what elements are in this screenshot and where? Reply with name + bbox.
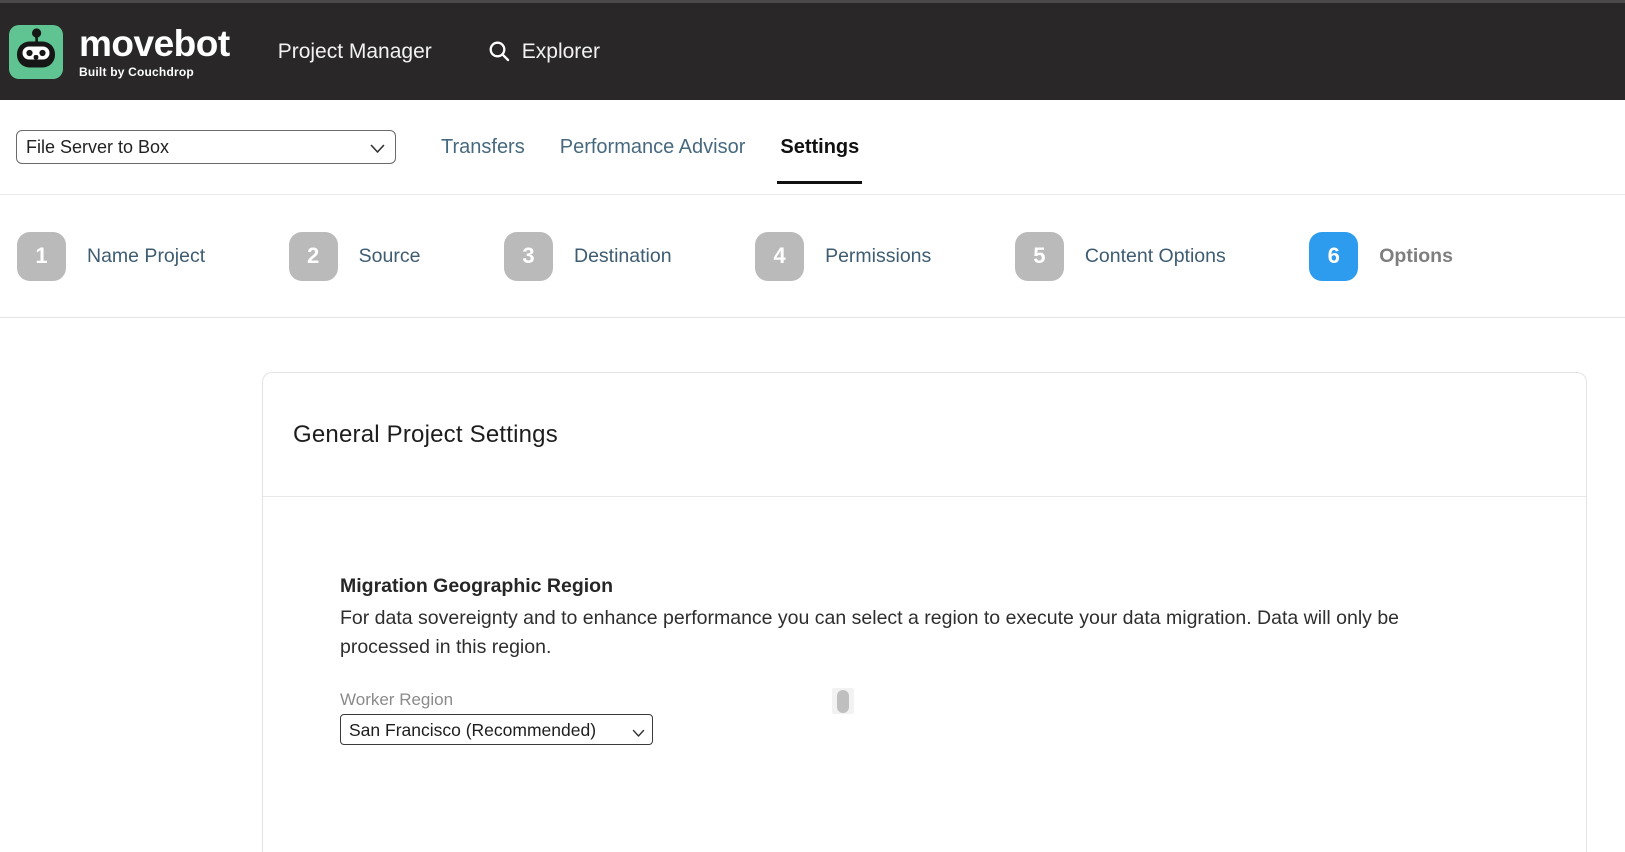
tab-settings[interactable]: Settings [780,100,859,194]
step-label: Source [359,245,421,268]
tab-settings-label: Settings [780,136,859,159]
scrollbar-thumb[interactable] [837,690,849,713]
step-label: Permissions [825,245,931,268]
step-badge: 3 [504,232,553,281]
worker-region-select-wrap: San Francisco (Recommended) [340,714,653,745]
card-header: General Project Settings [263,373,1586,497]
nav-project-manager-label: Project Manager [278,40,432,64]
nav-explorer[interactable]: Explorer [488,40,600,64]
settings-card: General Project Settings Migration Geogr… [262,372,1587,852]
project-select-wrap: File Server to Box [16,130,396,164]
step-source[interactable]: 2 Source [289,232,421,281]
step-content-options[interactable]: 5 Content Options [1015,232,1226,281]
step-label: Options [1379,245,1453,268]
step-label: Destination [574,245,672,268]
page-title: General Project Settings [293,421,558,449]
search-icon [488,40,511,63]
step-label: Name Project [87,245,205,268]
toolbar-row: File Server to Box Transfers Performance… [0,100,1625,195]
movebot-logo[interactable] [9,25,63,79]
tab-transfers-label: Transfers [441,136,525,159]
tab-strip: Transfers Performance Advisor Settings [441,100,859,194]
worker-region-select[interactable]: San Francisco (Recommended) [340,714,653,745]
tab-performance-advisor-label: Performance Advisor [560,136,746,159]
robot-icon [9,25,63,79]
step-badge: 4 [755,232,804,281]
brand-name: movebot [79,25,230,62]
brand-text: movebot Built by Couchdrop [79,25,230,79]
main-area: General Project Settings Migration Geogr… [0,318,1625,780]
step-destination[interactable]: 3 Destination [504,232,672,281]
app-header: movebot Built by Couchdrop Project Manag… [0,0,1625,100]
step-badge: 6 [1309,232,1358,281]
step-name-project[interactable]: 1 Name Project [17,232,205,281]
section-heading: Migration Geographic Region [340,575,1546,597]
project-select[interactable]: File Server to Box [16,130,396,164]
step-badge: 2 [289,232,338,281]
step-badge: 5 [1015,232,1064,281]
tab-transfers[interactable]: Transfers [441,100,525,194]
step-label: Content Options [1085,245,1226,268]
card-body: Migration Geographic Region For data sov… [263,497,1586,745]
step-permissions[interactable]: 4 Permissions [755,232,931,281]
tab-performance-advisor[interactable]: Performance Advisor [560,100,746,194]
worker-region-label: Worker Region [340,691,1546,709]
stepper: 1 Name Project 2 Source 3 Destination 4 … [0,195,1625,318]
top-nav: Project Manager Explorer [278,40,600,64]
brand-tagline: Built by Couchdrop [79,65,230,79]
scrollbar-track[interactable] [832,688,854,714]
step-options[interactable]: 6 Options [1309,232,1453,281]
nav-project-manager[interactable]: Project Manager [278,40,432,64]
step-badge: 1 [17,232,66,281]
section-description: For data sovereignty and to enhance perf… [340,604,1455,661]
nav-explorer-label: Explorer [522,40,600,64]
